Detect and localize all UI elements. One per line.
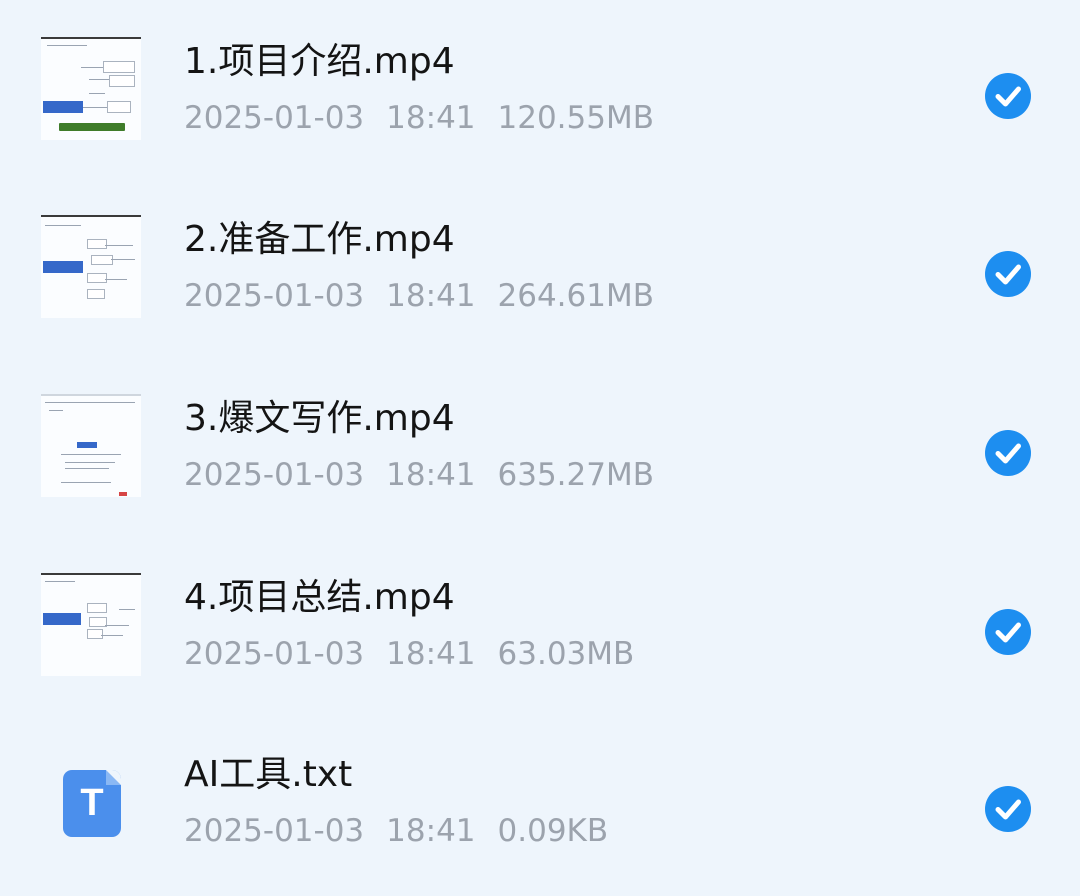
file-meta: 2025-01-03 18:41 264.61MB [184,276,654,316]
file-date: 2025-01-03 [184,278,365,314]
file-name: 4.项目总结.mp4 [184,577,455,618]
file-meta: 2025-01-03 18:41 63.03MB [184,634,634,674]
checkmark-icon[interactable] [985,73,1031,119]
file-row[interactable]: 4.项目总结.mp4 2025-01-03 18:41 63.03MB [0,541,1080,719]
file-name: AI工具.txt [184,754,353,795]
file-size: 120.55MB [497,100,654,136]
file-date: 2025-01-03 [184,457,365,493]
file-size: 63.03MB [497,636,635,672]
checkmark-icon[interactable] [985,430,1031,476]
file-meta: 2025-01-03 18:41 120.55MB [184,98,654,138]
file-row[interactable]: 1.项目介绍.mp4 2025-01-03 18:41 120.55MB [0,5,1080,183]
file-time: 18:41 [386,457,476,493]
checkmark-icon[interactable] [985,609,1031,655]
video-thumbnail-icon [41,394,141,497]
file-list: 1.项目介绍.mp4 2025-01-03 18:41 120.55MB 2.准备工… [0,0,1080,895]
file-time: 18:41 [386,100,476,136]
file-size: 0.09KB [497,813,609,849]
video-thumbnail-icon [41,573,141,676]
file-row[interactable]: T AI工具.txt 2025-01-03 18:41 0.09KB [0,718,1080,896]
checkmark-icon[interactable] [985,786,1031,832]
file-meta: 2025-01-03 18:41 635.27MB [184,455,654,495]
file-date: 2025-01-03 [184,636,365,672]
file-time: 18:41 [386,278,476,314]
file-time: 18:41 [386,813,476,849]
file-meta: 2025-01-03 18:41 0.09KB [184,811,608,851]
file-time: 18:41 [386,636,476,672]
file-name: 3.爆文写作.mp4 [184,398,455,439]
file-row[interactable]: 3.爆文写作.mp4 2025-01-03 18:41 635.27MB [0,362,1080,540]
video-thumbnail-icon [41,37,141,140]
checkmark-icon[interactable] [985,251,1031,297]
file-date: 2025-01-03 [184,100,365,136]
file-size: 635.27MB [497,457,654,493]
file-date: 2025-01-03 [184,813,365,849]
text-file-icon-letter: T [80,782,104,824]
text-file-icon: T [63,770,121,837]
file-size: 264.61MB [497,278,654,314]
file-name: 1.项目介绍.mp4 [184,41,455,82]
video-thumbnail-icon [41,215,141,318]
file-row[interactable]: 2.准备工作.mp4 2025-01-03 18:41 264.61MB [0,183,1080,361]
file-name: 2.准备工作.mp4 [184,219,455,260]
